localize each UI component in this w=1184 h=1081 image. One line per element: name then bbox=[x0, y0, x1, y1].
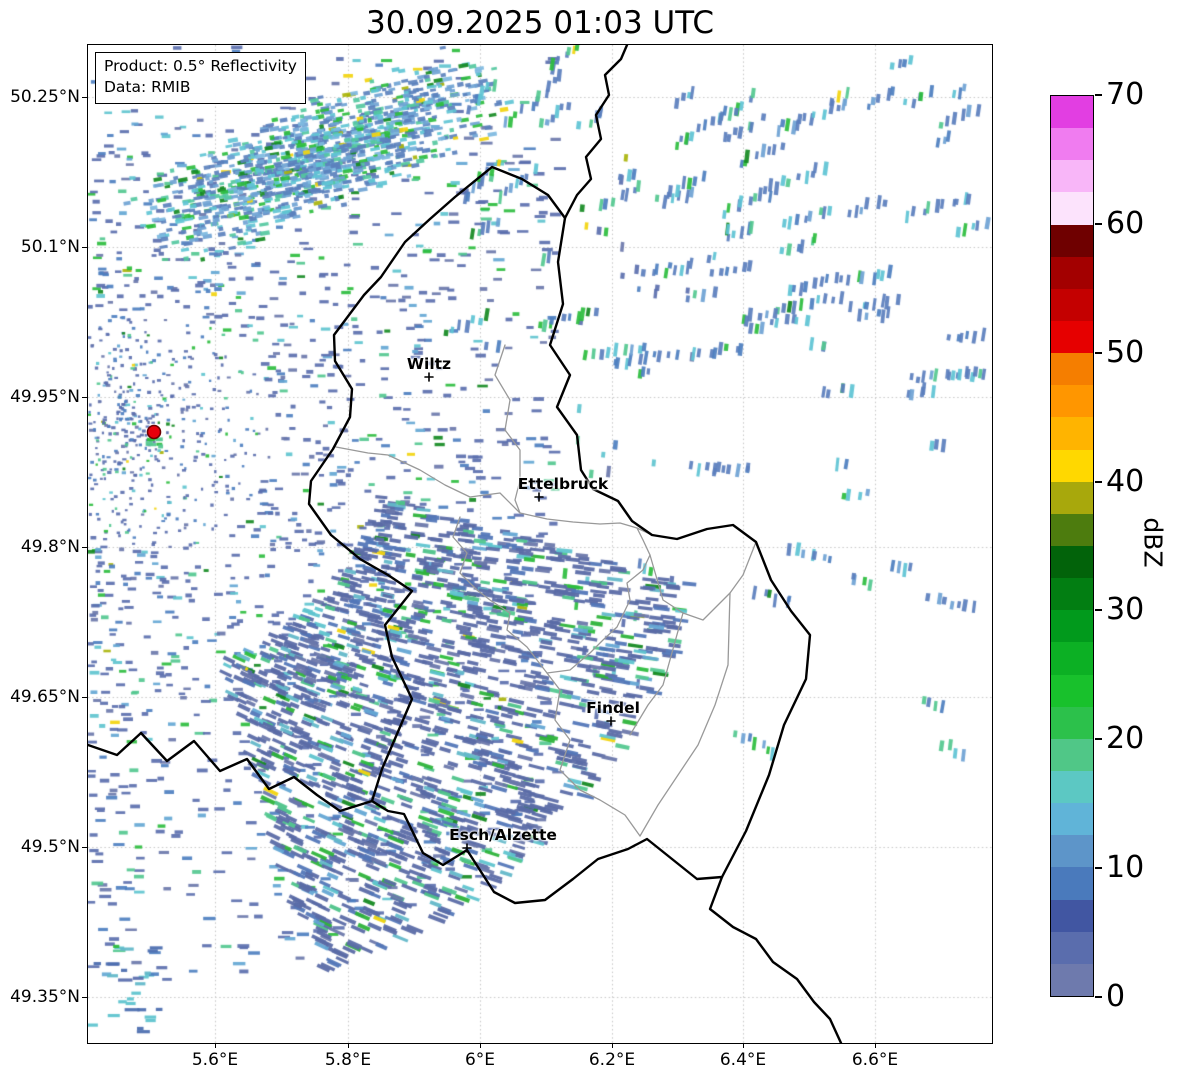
radar-map-page: 30.09.2025 01:03 UTC Product: 0.5° Refle… bbox=[0, 0, 1184, 1081]
colorbar-segment bbox=[1051, 964, 1093, 996]
y-tick-label: 49.65°N bbox=[0, 685, 80, 709]
colorbar-tick-mark bbox=[1095, 996, 1102, 998]
x-tick-label: 6.4°E bbox=[698, 1050, 788, 1070]
x-tick-mark bbox=[348, 1043, 349, 1048]
colorbar-tick-mark bbox=[1095, 609, 1102, 611]
y-tick-label: 50.25°N bbox=[0, 85, 80, 109]
colorbar-tick-label: 0 bbox=[1106, 978, 1125, 1016]
data-source-label: Data: RMIB bbox=[104, 77, 297, 98]
colorbar-tick-mark bbox=[1095, 738, 1102, 740]
country-border bbox=[88, 733, 372, 811]
city-label: Esch/Alzette bbox=[449, 826, 557, 844]
district-border bbox=[650, 542, 756, 620]
x-tick-label: 6.2°E bbox=[567, 1050, 657, 1070]
colorbar-tick-mark bbox=[1095, 481, 1102, 483]
colorbar-tick-label: 40 bbox=[1106, 463, 1144, 501]
product-label: Product: 0.5° Reflectivity bbox=[104, 56, 297, 77]
colorbar-segment bbox=[1051, 289, 1093, 321]
colorbar-segment bbox=[1051, 642, 1093, 674]
y-tick-mark bbox=[82, 247, 87, 248]
y-tick-mark bbox=[82, 397, 87, 398]
country-border bbox=[565, 45, 627, 218]
colorbar-tick-mark bbox=[1095, 867, 1102, 869]
colorbar-segment bbox=[1051, 192, 1093, 224]
colorbar-segment bbox=[1051, 610, 1093, 642]
colorbar-tick-label: 30 bbox=[1106, 591, 1144, 629]
y-tick-mark bbox=[82, 847, 87, 848]
colorbar-unit-label: dBZ bbox=[1139, 517, 1168, 567]
map-title: 30.09.2025 01:03 UTC bbox=[88, 6, 992, 40]
y-tick-mark bbox=[82, 547, 87, 548]
colorbar-segment bbox=[1051, 739, 1093, 771]
y-tick-label: 49.35°N bbox=[0, 985, 80, 1009]
colorbar-segment bbox=[1051, 160, 1093, 192]
colorbar-segment bbox=[1051, 482, 1093, 514]
district-border bbox=[640, 593, 730, 836]
x-tick-mark bbox=[875, 1043, 876, 1048]
colorbar-gradient bbox=[1050, 95, 1094, 997]
colorbar-segment bbox=[1051, 514, 1093, 546]
colorbar-segment bbox=[1051, 321, 1093, 353]
x-tick-label: 5.8°E bbox=[303, 1050, 393, 1070]
colorbar-segment bbox=[1051, 707, 1093, 739]
country-border bbox=[309, 167, 810, 903]
colorbar-segment bbox=[1051, 771, 1093, 803]
district-border bbox=[453, 517, 650, 673]
y-tick-label: 49.8°N bbox=[0, 535, 80, 559]
x-tick-mark bbox=[612, 1043, 613, 1048]
colorbar-segment bbox=[1051, 675, 1093, 707]
colorbar-segment bbox=[1051, 417, 1093, 449]
colorbar-tick-label: 20 bbox=[1106, 720, 1144, 758]
colorbar-segment bbox=[1051, 546, 1093, 578]
colorbar-segment bbox=[1051, 900, 1093, 932]
x-tick-mark bbox=[215, 1043, 216, 1048]
colorbar-segment bbox=[1051, 353, 1093, 385]
colorbar-segment bbox=[1051, 96, 1093, 128]
y-tick-label: 49.95°N bbox=[0, 385, 80, 409]
colorbar-tick-mark bbox=[1095, 352, 1102, 354]
colorbar-segment bbox=[1051, 803, 1093, 835]
x-tick-label: 6°E bbox=[435, 1050, 525, 1070]
city-label: Ettelbruck bbox=[518, 475, 609, 493]
district-border bbox=[495, 345, 520, 513]
map-plot-area: Product: 0.5° Reflectivity Data: RMIB Wi… bbox=[87, 44, 993, 1044]
colorbar-segment bbox=[1051, 128, 1093, 160]
city-label: Wiltz bbox=[407, 355, 451, 373]
colorbar-segment bbox=[1051, 225, 1093, 257]
colorbar-tick-label: 60 bbox=[1106, 205, 1144, 243]
district-border bbox=[547, 673, 640, 836]
map-overlay bbox=[88, 45, 992, 1043]
product-annotation-box: Product: 0.5° Reflectivity Data: RMIB bbox=[95, 52, 306, 104]
y-tick-label: 50.1°N bbox=[0, 235, 80, 259]
colorbar-segment bbox=[1051, 932, 1093, 964]
radar-site-dot bbox=[148, 426, 161, 439]
x-tick-mark bbox=[480, 1043, 481, 1048]
colorbar-segment bbox=[1051, 578, 1093, 610]
country-border bbox=[710, 877, 841, 1043]
colorbar-tick-mark bbox=[1095, 223, 1102, 225]
y-tick-mark bbox=[82, 97, 87, 98]
y-tick-label: 49.5°N bbox=[0, 835, 80, 859]
colorbar-tick-label: 70 bbox=[1106, 76, 1144, 114]
colorbar-segment bbox=[1051, 385, 1093, 417]
colorbar-tick-label: 10 bbox=[1106, 849, 1144, 887]
x-tick-mark bbox=[743, 1043, 744, 1048]
colorbar-tick-mark bbox=[1095, 94, 1102, 96]
x-tick-label: 5.6°E bbox=[170, 1050, 260, 1070]
colorbar: 010203040506070 dBZ bbox=[1050, 95, 1094, 997]
colorbar-segment bbox=[1051, 835, 1093, 867]
x-tick-label: 6.6°E bbox=[830, 1050, 920, 1070]
y-tick-mark bbox=[82, 997, 87, 998]
y-tick-mark bbox=[82, 697, 87, 698]
colorbar-segment bbox=[1051, 257, 1093, 289]
city-label: Findel bbox=[586, 699, 640, 717]
colorbar-tick-label: 50 bbox=[1106, 334, 1144, 372]
colorbar-segment bbox=[1051, 450, 1093, 482]
colorbar-segment bbox=[1051, 867, 1093, 899]
